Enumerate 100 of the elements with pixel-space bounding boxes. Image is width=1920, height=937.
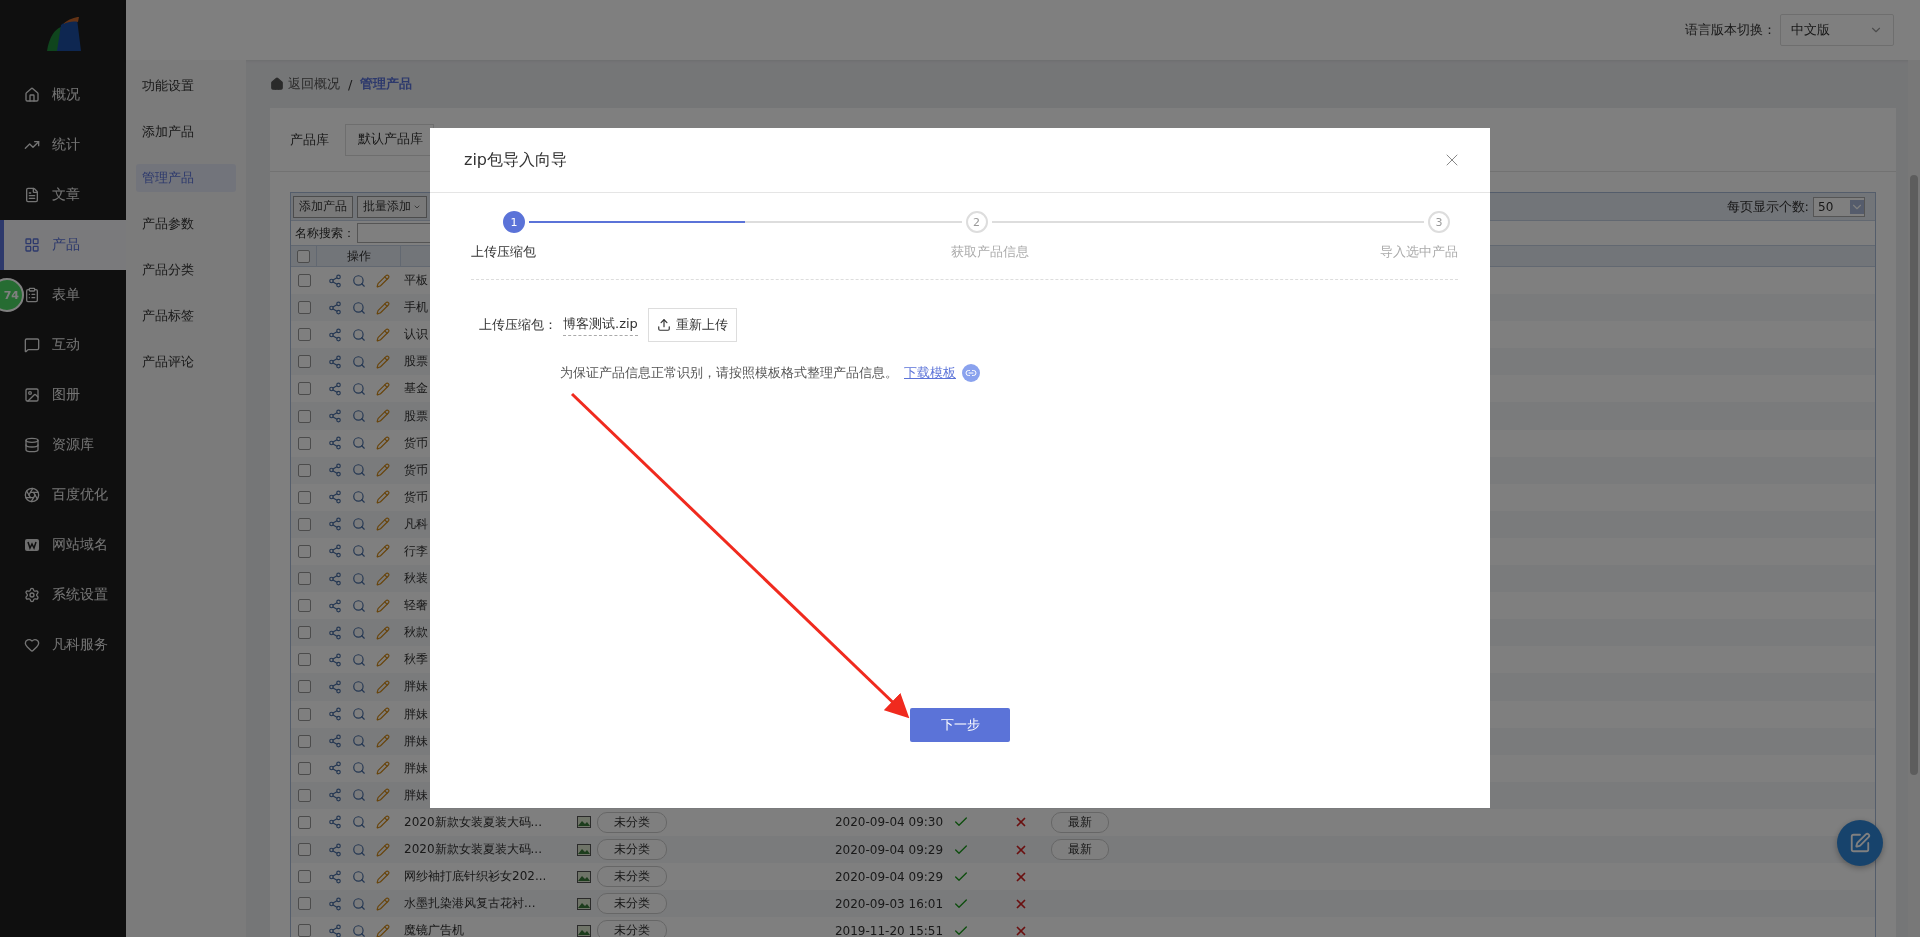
row-checkbox[interactable] xyxy=(297,734,311,748)
row-checkbox[interactable] xyxy=(297,897,311,911)
share-icon[interactable] xyxy=(328,761,342,776)
pencil-icon[interactable] xyxy=(376,815,390,830)
search-icon[interactable] xyxy=(352,923,366,937)
share-icon[interactable] xyxy=(328,409,342,423)
toolbar-button[interactable]: 批量添加 xyxy=(357,195,427,218)
pencil-icon[interactable] xyxy=(376,300,390,315)
row-checkbox[interactable] xyxy=(297,436,311,450)
search-icon[interactable] xyxy=(352,625,366,640)
share-icon[interactable] xyxy=(328,490,342,505)
sidebar-item[interactable]: 产品 xyxy=(0,220,126,270)
row-checkbox[interactable] xyxy=(297,599,311,613)
share-icon[interactable] xyxy=(328,354,342,369)
sidebar-item[interactable]: 凡科服务 xyxy=(0,620,126,670)
pencil-icon[interactable] xyxy=(376,571,390,586)
share-icon[interactable] xyxy=(328,652,342,667)
row-checkbox[interactable] xyxy=(297,517,311,531)
pencil-icon[interactable] xyxy=(376,788,390,803)
share-icon[interactable] xyxy=(328,679,342,694)
share-icon[interactable] xyxy=(328,463,342,478)
sidebar-item[interactable]: 资源库 xyxy=(0,420,126,470)
row-checkbox[interactable] xyxy=(297,301,311,315)
pencil-icon[interactable] xyxy=(376,273,390,288)
pencil-icon[interactable] xyxy=(376,436,390,451)
share-icon[interactable] xyxy=(328,327,342,342)
share-icon[interactable] xyxy=(328,815,342,830)
sidebar-item[interactable]: 统计 xyxy=(0,120,126,170)
row-checkbox[interactable] xyxy=(297,653,311,667)
row-checkbox[interactable] xyxy=(297,409,311,423)
row-checkbox[interactable] xyxy=(297,815,311,829)
search-icon[interactable] xyxy=(352,327,366,342)
share-icon[interactable] xyxy=(328,273,342,288)
download-link[interactable]: 下载模板 xyxy=(904,364,956,382)
search-icon[interactable] xyxy=(352,300,366,315)
share-icon[interactable] xyxy=(328,381,342,396)
pencil-icon[interactable] xyxy=(376,517,390,532)
pencil-icon[interactable] xyxy=(376,707,390,722)
row-checkbox[interactable] xyxy=(297,490,311,504)
share-icon[interactable] xyxy=(328,707,342,722)
search-icon[interactable] xyxy=(352,896,366,911)
row-checkbox[interactable] xyxy=(297,626,311,640)
search-icon[interactable] xyxy=(352,788,366,803)
submenu-item[interactable]: 产品参数 xyxy=(136,210,236,238)
toolbar-button[interactable]: 添加产品 xyxy=(293,195,353,218)
share-icon[interactable] xyxy=(328,517,342,532)
share-icon[interactable] xyxy=(328,842,342,857)
row-checkbox[interactable] xyxy=(297,572,311,586)
share-icon[interactable] xyxy=(328,734,342,749)
search-icon[interactable] xyxy=(352,436,366,451)
search-icon[interactable] xyxy=(352,463,366,478)
pencil-icon[interactable] xyxy=(376,463,390,478)
reupload-button[interactable]: 重新上传 xyxy=(647,308,737,342)
search-icon[interactable] xyxy=(352,381,366,396)
submenu-item[interactable]: 管理产品 xyxy=(136,164,236,192)
share-icon[interactable] xyxy=(328,788,342,803)
row-checkbox[interactable] xyxy=(297,355,311,369)
search-icon[interactable] xyxy=(352,761,366,776)
share-icon[interactable] xyxy=(328,571,342,586)
pencil-icon[interactable] xyxy=(376,679,390,694)
pencil-icon[interactable] xyxy=(376,761,390,776)
search-icon[interactable] xyxy=(352,598,366,613)
row-checkbox[interactable] xyxy=(297,680,311,694)
pencil-icon[interactable] xyxy=(376,381,390,396)
search-icon[interactable] xyxy=(352,652,366,667)
sidebar-item[interactable]: 互动 xyxy=(0,320,126,370)
pencil-icon[interactable] xyxy=(376,598,390,613)
sidebar-item[interactable]: 概况 xyxy=(0,70,126,120)
submenu-item[interactable]: 产品评论 xyxy=(136,348,236,376)
share-icon[interactable] xyxy=(328,896,342,911)
sidebar-item[interactable]: 文章 xyxy=(0,170,126,220)
search-icon[interactable] xyxy=(352,490,366,505)
submenu-item[interactable]: 产品分类 xyxy=(136,256,236,284)
search-icon[interactable] xyxy=(352,517,366,532)
next-button[interactable]: 下一步 xyxy=(910,708,1010,742)
row-checkbox[interactable] xyxy=(297,707,311,721)
share-icon[interactable] xyxy=(328,544,342,559)
pencil-icon[interactable] xyxy=(376,490,390,505)
search-icon[interactable] xyxy=(352,354,366,369)
search-icon[interactable] xyxy=(352,409,366,423)
library-select[interactable]: 默认产品库 xyxy=(345,123,434,156)
search-icon[interactable] xyxy=(352,273,366,288)
pencil-icon[interactable] xyxy=(376,409,390,423)
pencil-icon[interactable] xyxy=(376,625,390,640)
sidebar-item[interactable]: 74 表单 xyxy=(0,270,126,320)
pencil-icon[interactable] xyxy=(376,923,390,937)
row-checkbox[interactable] xyxy=(297,274,311,288)
pencil-icon[interactable] xyxy=(376,544,390,559)
back-link[interactable]: 返回概况 xyxy=(270,75,340,93)
sidebar-item[interactable]: 百度优化 xyxy=(0,470,126,520)
row-checkbox[interactable] xyxy=(297,382,311,396)
share-icon[interactable] xyxy=(328,923,342,937)
row-checkbox[interactable] xyxy=(297,870,311,884)
submenu-item[interactable]: 添加产品 xyxy=(136,118,236,146)
search-icon[interactable] xyxy=(352,571,366,586)
sidebar-item[interactable]: 系统设置 xyxy=(0,570,126,620)
row-checkbox[interactable] xyxy=(297,788,311,802)
search-icon[interactable] xyxy=(352,815,366,830)
pencil-icon[interactable] xyxy=(376,734,390,749)
submenu-item[interactable]: 产品标签 xyxy=(136,302,236,330)
